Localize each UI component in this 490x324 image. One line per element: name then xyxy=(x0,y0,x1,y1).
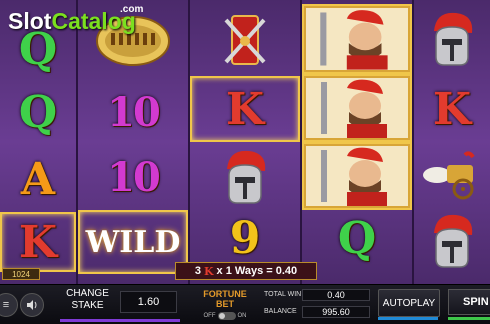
logo-slot: Slot xyxy=(8,8,52,34)
balance-amount: 995.60 xyxy=(322,307,350,317)
autoplay-indicator xyxy=(378,317,438,320)
change-stake-label: CHANGE STAKE xyxy=(66,288,109,311)
total-win-amount: 0.40 xyxy=(327,290,345,300)
win-line-text: x 1 Ways = 0.40 xyxy=(216,265,298,277)
gladiator-character-icon xyxy=(320,10,388,70)
win-line-count: 3 xyxy=(194,265,201,277)
toggle-icon xyxy=(217,312,236,320)
gladiator-character-icon xyxy=(321,147,387,206)
q-symbol: Q xyxy=(18,87,58,138)
reel-4-symbol-1 xyxy=(302,4,412,74)
reel-2-symbol-2: 10 xyxy=(78,78,188,146)
fortune-bet-title: FORTUNE BET xyxy=(203,289,247,309)
reel-4-symbol-2 xyxy=(302,74,412,142)
k-symbol: K xyxy=(432,83,472,135)
reel-4: Q xyxy=(302,0,414,284)
nine-symbol: 9 xyxy=(229,212,261,264)
reel-3-symbol-3 xyxy=(190,144,300,210)
wild-symbol: WILD xyxy=(85,224,181,260)
reel-3-symbol-2: K xyxy=(190,76,300,142)
sound-button[interactable] xyxy=(20,293,44,317)
reel-2-symbol-3: 10 xyxy=(78,146,188,208)
total-win-label: TOTAL WIN xyxy=(264,291,302,298)
roman-helmet-icon xyxy=(434,214,473,268)
stake-indicator xyxy=(60,319,180,322)
speaker-icon xyxy=(27,300,37,310)
reel-1: Q Q A K xyxy=(0,0,78,284)
spin-indicator xyxy=(448,317,490,320)
spin-button[interactable]: SPIN xyxy=(448,289,490,315)
reel-5: K xyxy=(414,0,490,284)
reel-4-symbol-3 xyxy=(302,142,412,210)
win-line-symbol: K xyxy=(203,264,214,278)
reel-1-symbol-3: A xyxy=(0,147,76,212)
menu-button[interactable]: ≡ xyxy=(0,293,18,317)
k-symbol: K xyxy=(225,83,265,135)
gladiator-frame xyxy=(304,6,410,72)
reel-2-symbol-4: WILD xyxy=(78,210,188,274)
logo-com: .com xyxy=(120,4,144,15)
reel-4-symbol-4: Q xyxy=(302,210,412,266)
balance-label: BALANCE xyxy=(264,308,297,315)
coin-display: 1024 xyxy=(2,268,40,280)
k-symbol: K xyxy=(18,216,58,268)
roman-helmet-icon xyxy=(434,12,473,66)
ten-symbol: 10 xyxy=(107,88,161,136)
control-bar: ≡ CHANGE STAKE 1.60 FORTUNE BET OFF ON T… xyxy=(0,284,490,324)
win-line-display: 3 K x 1 Ways = 0.40 xyxy=(175,262,317,280)
reel-area: Q Q A K 10 10 WILD K 9 Q K 1024 3 K x 1 … xyxy=(0,0,490,284)
total-win-value: 0.40 xyxy=(302,289,370,301)
fortune-on-label: ON xyxy=(237,313,247,319)
reel-1-symbol-2: Q xyxy=(0,80,76,145)
watermark-logo: SlotCatalog .com xyxy=(2,0,152,40)
chariot-icon xyxy=(423,151,475,200)
spin-label: SPIN xyxy=(463,296,489,308)
reel-2: 10 10 WILD xyxy=(78,0,190,284)
crossed-swords-shield-icon xyxy=(224,15,266,65)
fortune-bet-toggle[interactable]: FORTUNE BET OFF ON xyxy=(196,289,254,321)
reel-1-symbol-4: K xyxy=(0,212,76,272)
fortune-off-label: OFF xyxy=(203,313,216,319)
logo-text: SlotCatalog xyxy=(8,8,136,35)
reel-5-symbol-1 xyxy=(414,6,490,72)
autoplay-label: AUTOPLAY xyxy=(382,297,436,309)
autoplay-button[interactable]: AUTOPLAY xyxy=(378,289,440,317)
change-stake-button[interactable]: CHANGE STAKE xyxy=(60,288,115,320)
gladiator-character-icon xyxy=(321,79,387,138)
balance-value: 995.60 xyxy=(302,306,370,318)
gladiator-frame xyxy=(304,144,410,208)
reel-3-symbol-1 xyxy=(190,6,300,74)
a-symbol: A xyxy=(20,154,56,205)
reel-5-symbol-3 xyxy=(414,142,490,210)
q-symbol: Q xyxy=(337,212,377,264)
gladiator-frame xyxy=(304,76,410,140)
reel-5-symbol-4 xyxy=(414,210,490,272)
coin-value: 1024 xyxy=(12,269,30,279)
menu-icon: ≡ xyxy=(2,299,10,311)
stake-value: 1.60 xyxy=(120,291,177,313)
reel-3: K 9 xyxy=(190,0,302,284)
fortune-bet-switch[interactable]: OFF ON xyxy=(196,312,254,320)
stake-amount: 1.60 xyxy=(137,296,160,308)
reel-5-symbol-2: K xyxy=(414,76,490,142)
reel-3-symbol-4: 9 xyxy=(190,210,300,266)
ten-symbol: 10 xyxy=(107,153,161,201)
roman-helmet-icon xyxy=(227,150,266,204)
